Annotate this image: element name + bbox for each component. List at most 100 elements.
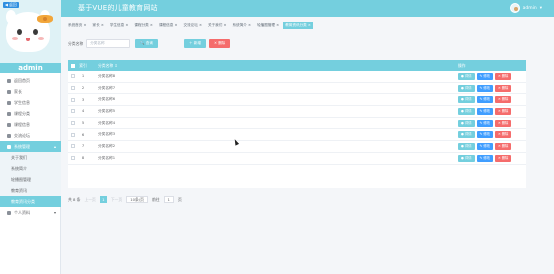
category-icon [7, 111, 11, 116]
edit-button[interactable]: ✎ 修改 [476, 154, 493, 162]
table-row: 1 分类名称8 ● 详情 ✎ 修改 ✕ 删除 [68, 71, 526, 83]
sidebar-item-home[interactable]: 返回首页 [0, 75, 61, 86]
delete-button[interactable]: ✕ 删除 [494, 154, 512, 162]
prev-page-button[interactable]: 上一页 [84, 197, 95, 203]
delete-button[interactable]: ✕ 删除 [494, 84, 512, 92]
row-checkbox-cell [68, 144, 78, 149]
row-checkbox[interactable] [71, 132, 75, 137]
home-icon [7, 78, 11, 83]
edit-button[interactable]: ✎ 修改 [476, 72, 493, 80]
row-checkbox[interactable] [71, 97, 75, 102]
sidebar-item-system[interactable]: 系统管理 ▴ [0, 141, 61, 152]
row-checkbox[interactable] [71, 121, 75, 126]
tab-home[interactable]: 系统首页 × [66, 22, 89, 29]
sidebar-item-profile[interactable]: 个人资料 ▾ [0, 207, 61, 218]
detail-button[interactable]: ● 详情 [458, 107, 475, 115]
tab-intro[interactable]: 系统简介 × [231, 22, 254, 29]
delete-button[interactable]: ✕ 删除 [494, 142, 512, 150]
tab-student[interactable]: 学生信息 × [108, 22, 131, 29]
row-checkbox[interactable] [71, 156, 75, 161]
chevron-down-icon: ▾ [53, 210, 56, 215]
row-checkbox[interactable] [71, 86, 75, 91]
tab-news-category[interactable]: 教育资讯分类 × [283, 22, 313, 29]
sidebar: ◀ 返回 admin 返回首页 家长 学生信息 课程分类 课程信息 交流论坛 系… [0, 0, 61, 274]
detail-button[interactable]: ● 详情 [458, 142, 475, 150]
delete-button[interactable]: ✕ 删除 [494, 96, 512, 104]
sidebar-item-course-info[interactable]: 课程信息 [0, 119, 61, 130]
student-icon [7, 100, 11, 105]
page-number[interactable]: 1 [99, 196, 107, 203]
detail-button[interactable]: ● 详情 [458, 119, 475, 127]
delete-button[interactable]: ✕ 删除 [494, 72, 512, 80]
row-ops: ● 详情 ✎ 修改 ✕ 删除 [458, 107, 526, 115]
sidebar-subitem-news[interactable]: 教育资讯 [0, 185, 61, 196]
sidebar-subitem-news-category[interactable]: 教育资讯分类 [0, 196, 61, 207]
edit-button[interactable]: ✎ 修改 [476, 142, 493, 150]
site-title: 基于VUE的儿童教育网站 [78, 4, 158, 12]
delete-button[interactable]: ✕ 删除 [494, 119, 512, 127]
sidebar-item-parent[interactable]: 家长 [0, 86, 61, 97]
sidebar-item-course-category[interactable]: 课程分类 [0, 108, 61, 119]
user-menu[interactable]: admin ▾ [509, 3, 542, 13]
row-ops: ● 详情 ✎ 修改 ✕ 删除 [458, 72, 526, 80]
detail-button[interactable]: ● 详情 [458, 154, 475, 162]
row-ops: ● 详情 ✎ 修改 ✕ 删除 [458, 96, 526, 104]
row-checkbox[interactable] [71, 144, 75, 149]
search-bar: 分类名称 分类名称 🔍 查询 [68, 39, 158, 48]
top-header: 基于VUE的儿童教育网站 admin ▾ [61, 0, 554, 17]
batch-delete-button[interactable]: ✕ 删除 [208, 39, 231, 48]
page-size-select[interactable]: 10条/页 [126, 196, 148, 203]
row-checkbox[interactable] [71, 109, 75, 114]
table-row: 6 分类名称3 ● 详情 ✎ 修改 ✕ 删除 [68, 129, 526, 142]
row-checkbox-cell [68, 97, 78, 102]
mascot-cheek [12, 37, 18, 40]
detail-button[interactable]: ● 详情 [458, 72, 475, 80]
edit-button[interactable]: ✎ 修改 [476, 84, 493, 92]
back-button[interactable]: ◀ 返回 [3, 2, 19, 8]
goto-page-input[interactable]: 1 [163, 196, 174, 203]
system-icon [7, 144, 11, 149]
edit-button[interactable]: ✎ 修改 [476, 107, 493, 115]
add-button[interactable]: ＋ 新增 [184, 39, 206, 48]
sidebar-item-label: 返回首页 [14, 77, 30, 83]
next-page-button[interactable]: 下一页 [111, 197, 122, 203]
table-body: 1 分类名称8 ● 详情 ✎ 修改 ✕ 删除 2 分类名称7 ● 详情 ✎ 修改 ✕ 删除 3 分类名… [68, 71, 526, 165]
edit-button[interactable]: ✎ 修改 [476, 131, 493, 139]
search-button[interactable]: 🔍 查询 [135, 39, 158, 48]
row-index: 8 [81, 156, 85, 161]
sidebar-item-forum[interactable]: 交流论坛 [0, 130, 61, 141]
tab-forum[interactable]: 交流论坛 × [181, 22, 204, 29]
detail-button[interactable]: ● 详情 [458, 84, 475, 92]
row-checkbox-cell [68, 121, 78, 126]
row-checkbox[interactable] [71, 74, 75, 79]
tab-course-info[interactable]: 课程信息 × [157, 22, 180, 29]
sidebar-subitem-about[interactable]: 关于我们 [0, 152, 61, 163]
sidebar-subitem-intro[interactable]: 系统简介 [0, 163, 61, 174]
row-name: 分类名称4 [98, 120, 116, 125]
delete-button[interactable]: ✕ 删除 [494, 107, 512, 115]
table-row: 3 分类名称6 ● 详情 ✎ 修改 ✕ 删除 [68, 94, 526, 107]
row-checkbox-cell [68, 156, 78, 161]
row-checkbox-cell [68, 74, 78, 79]
edit-button[interactable]: ✎ 修改 [476, 96, 493, 104]
sidebar-subitem-carousel[interactable]: 轮播图管理 [0, 174, 61, 185]
row-ops: ● 详情 ✎ 修改 ✕ 删除 [458, 84, 526, 92]
header-name[interactable]: 分类名称 ↕ [88, 63, 458, 69]
tab-carousel[interactable]: 轮播图管理 × [255, 22, 281, 29]
select-all-checkbox[interactable] [71, 63, 75, 68]
table-row: 8 分类名称1 ● 详情 ✎ 修改 ✕ 删除 [68, 153, 526, 165]
search-input[interactable]: 分类名称 [86, 39, 131, 48]
detail-button[interactable]: ● 详情 [458, 96, 475, 104]
edit-button[interactable]: ✎ 修改 [476, 119, 493, 127]
page-unit-label: 页 [177, 196, 182, 202]
data-table: 索引 分类名称 ↕ 操作 1 分类名称8 ● 详情 ✎ 修改 ✕ 删除 2 分类名称7 ● 详… [68, 60, 526, 188]
sidebar-item-student[interactable]: 学生信息 [0, 97, 61, 108]
row-name: 分类名称1 [98, 155, 116, 160]
header-checkbox-cell [68, 63, 78, 68]
detail-button[interactable]: ● 详情 [458, 131, 475, 139]
delete-button[interactable]: ✕ 删除 [494, 131, 512, 139]
tab-about[interactable]: 关于我们 × [206, 22, 229, 29]
table-row: 5 分类名称4 ● 详情 ✎ 修改 ✕ 删除 [68, 118, 526, 130]
tab-parent[interactable]: 家长 × [91, 22, 106, 29]
tab-course-category[interactable]: 课程分类 × [132, 22, 155, 29]
